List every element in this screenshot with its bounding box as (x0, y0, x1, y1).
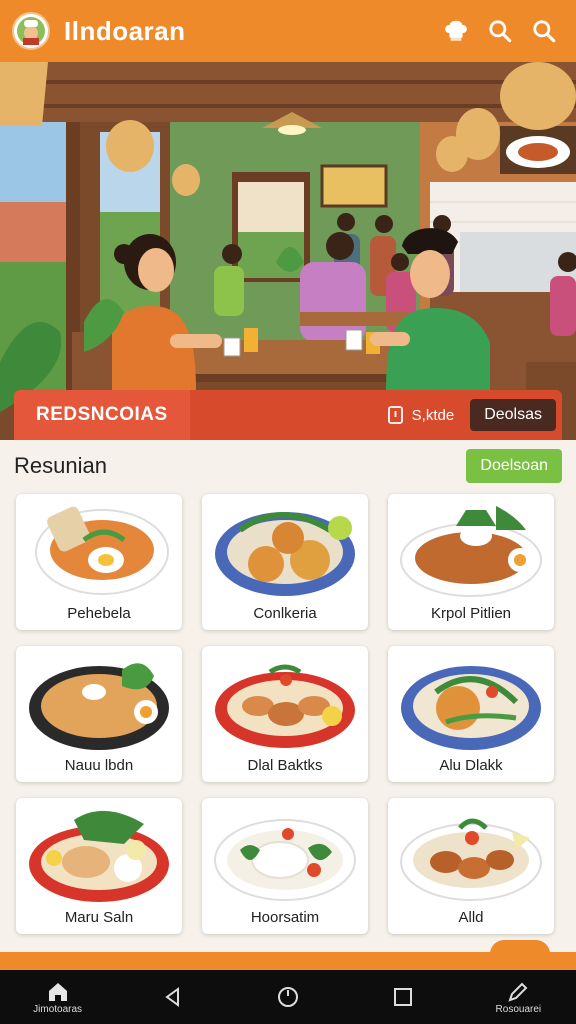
nav-edit[interactable]: Rosouarei (473, 980, 563, 1015)
dish-label: Krpol Pitlien (430, 605, 512, 622)
hero-banner-button[interactable]: Deolsas (470, 399, 556, 431)
nav-home-label: Jimotoaras (33, 1003, 83, 1015)
bottom-tab-strip (0, 940, 576, 972)
dish-card[interactable]: Hoorsatim (202, 798, 368, 934)
square-recents-icon (394, 988, 413, 1006)
dish-label: Maru Saln (64, 909, 134, 926)
nav-system-home[interactable] (243, 985, 333, 1009)
dish-card[interactable]: Dlal Baktks (202, 646, 368, 782)
app-title: Ilndoaran (64, 15, 186, 46)
hero-banner-action-label: S,ktde (411, 406, 455, 424)
fried-noodle-bowl-icon (29, 663, 169, 750)
dish-label: Pehebela (67, 605, 131, 622)
hero-restaurant-illustration (0, 62, 576, 440)
dish-label: Nauu lbdn (64, 757, 134, 774)
dish-label: Alld (458, 909, 484, 926)
vegetable-plate-icon (401, 666, 541, 750)
tab-indicator (490, 940, 550, 954)
section-title: Resunian (14, 453, 107, 478)
nav-back[interactable] (128, 985, 218, 1009)
nav-home[interactable]: Jimotoaras (13, 980, 103, 1015)
dish-card[interactable]: Conlkeria (202, 494, 368, 630)
soup-bowl-icon (35, 506, 169, 595)
hero-banner-bar: REDSNCOIAS S,ktde Deolsas (14, 390, 562, 440)
chef-avatar-icon (17, 17, 45, 45)
app-bar: Ilndoaran (0, 0, 576, 62)
dish-card[interactable]: Maru Saln (16, 798, 182, 934)
fried-dumplings-icon (215, 512, 355, 596)
dish-label: Conlkeria (253, 605, 317, 622)
hero-banner-title: REDSNCOIAS (14, 390, 190, 440)
app-logo[interactable] (12, 12, 50, 50)
dish-card[interactable]: Pehebela (16, 494, 182, 630)
search-icon[interactable] (480, 11, 520, 51)
nav-recents[interactable] (358, 985, 448, 1009)
dish-label: Hoorsatim (250, 909, 320, 926)
dish-label: Alu Dlakk (439, 757, 503, 774)
home-icon (48, 982, 67, 1001)
grilled-platter-icon (215, 664, 355, 748)
dish-card[interactable]: Alld (388, 798, 554, 934)
back-icon (165, 987, 179, 1007)
fried-chicken-plate-icon (400, 818, 542, 901)
noodle-plate-icon (400, 506, 542, 597)
chef-hat-icon[interactable] (436, 11, 476, 51)
section-button[interactable]: Doelsoan (466, 449, 562, 483)
rice-salad-icon (214, 819, 356, 901)
nav-edit-label: Rosouarei (495, 1003, 542, 1015)
system-navbar: Jimotoaras Rosouarei (0, 970, 576, 1024)
rice-plate-icon (29, 810, 169, 902)
search-icon[interactable] (524, 11, 564, 51)
hero-banner-action[interactable]: S,ktde (386, 405, 455, 425)
dish-grid: Pehebela Conlkeria Krpol Pitlien Nauu lb… (16, 494, 560, 934)
dish-label: Dlal Baktks (247, 757, 323, 774)
dish-card[interactable]: Krpol Pitlien (388, 494, 554, 630)
tablet-icon (387, 406, 403, 424)
circle-home-icon (277, 987, 298, 1007)
pen-icon (508, 982, 528, 1002)
dish-card[interactable]: Nauu lbdn (16, 646, 182, 782)
dish-card[interactable]: Alu Dlakk (388, 646, 554, 782)
section-header: Resunian Doelsoan (0, 446, 576, 486)
